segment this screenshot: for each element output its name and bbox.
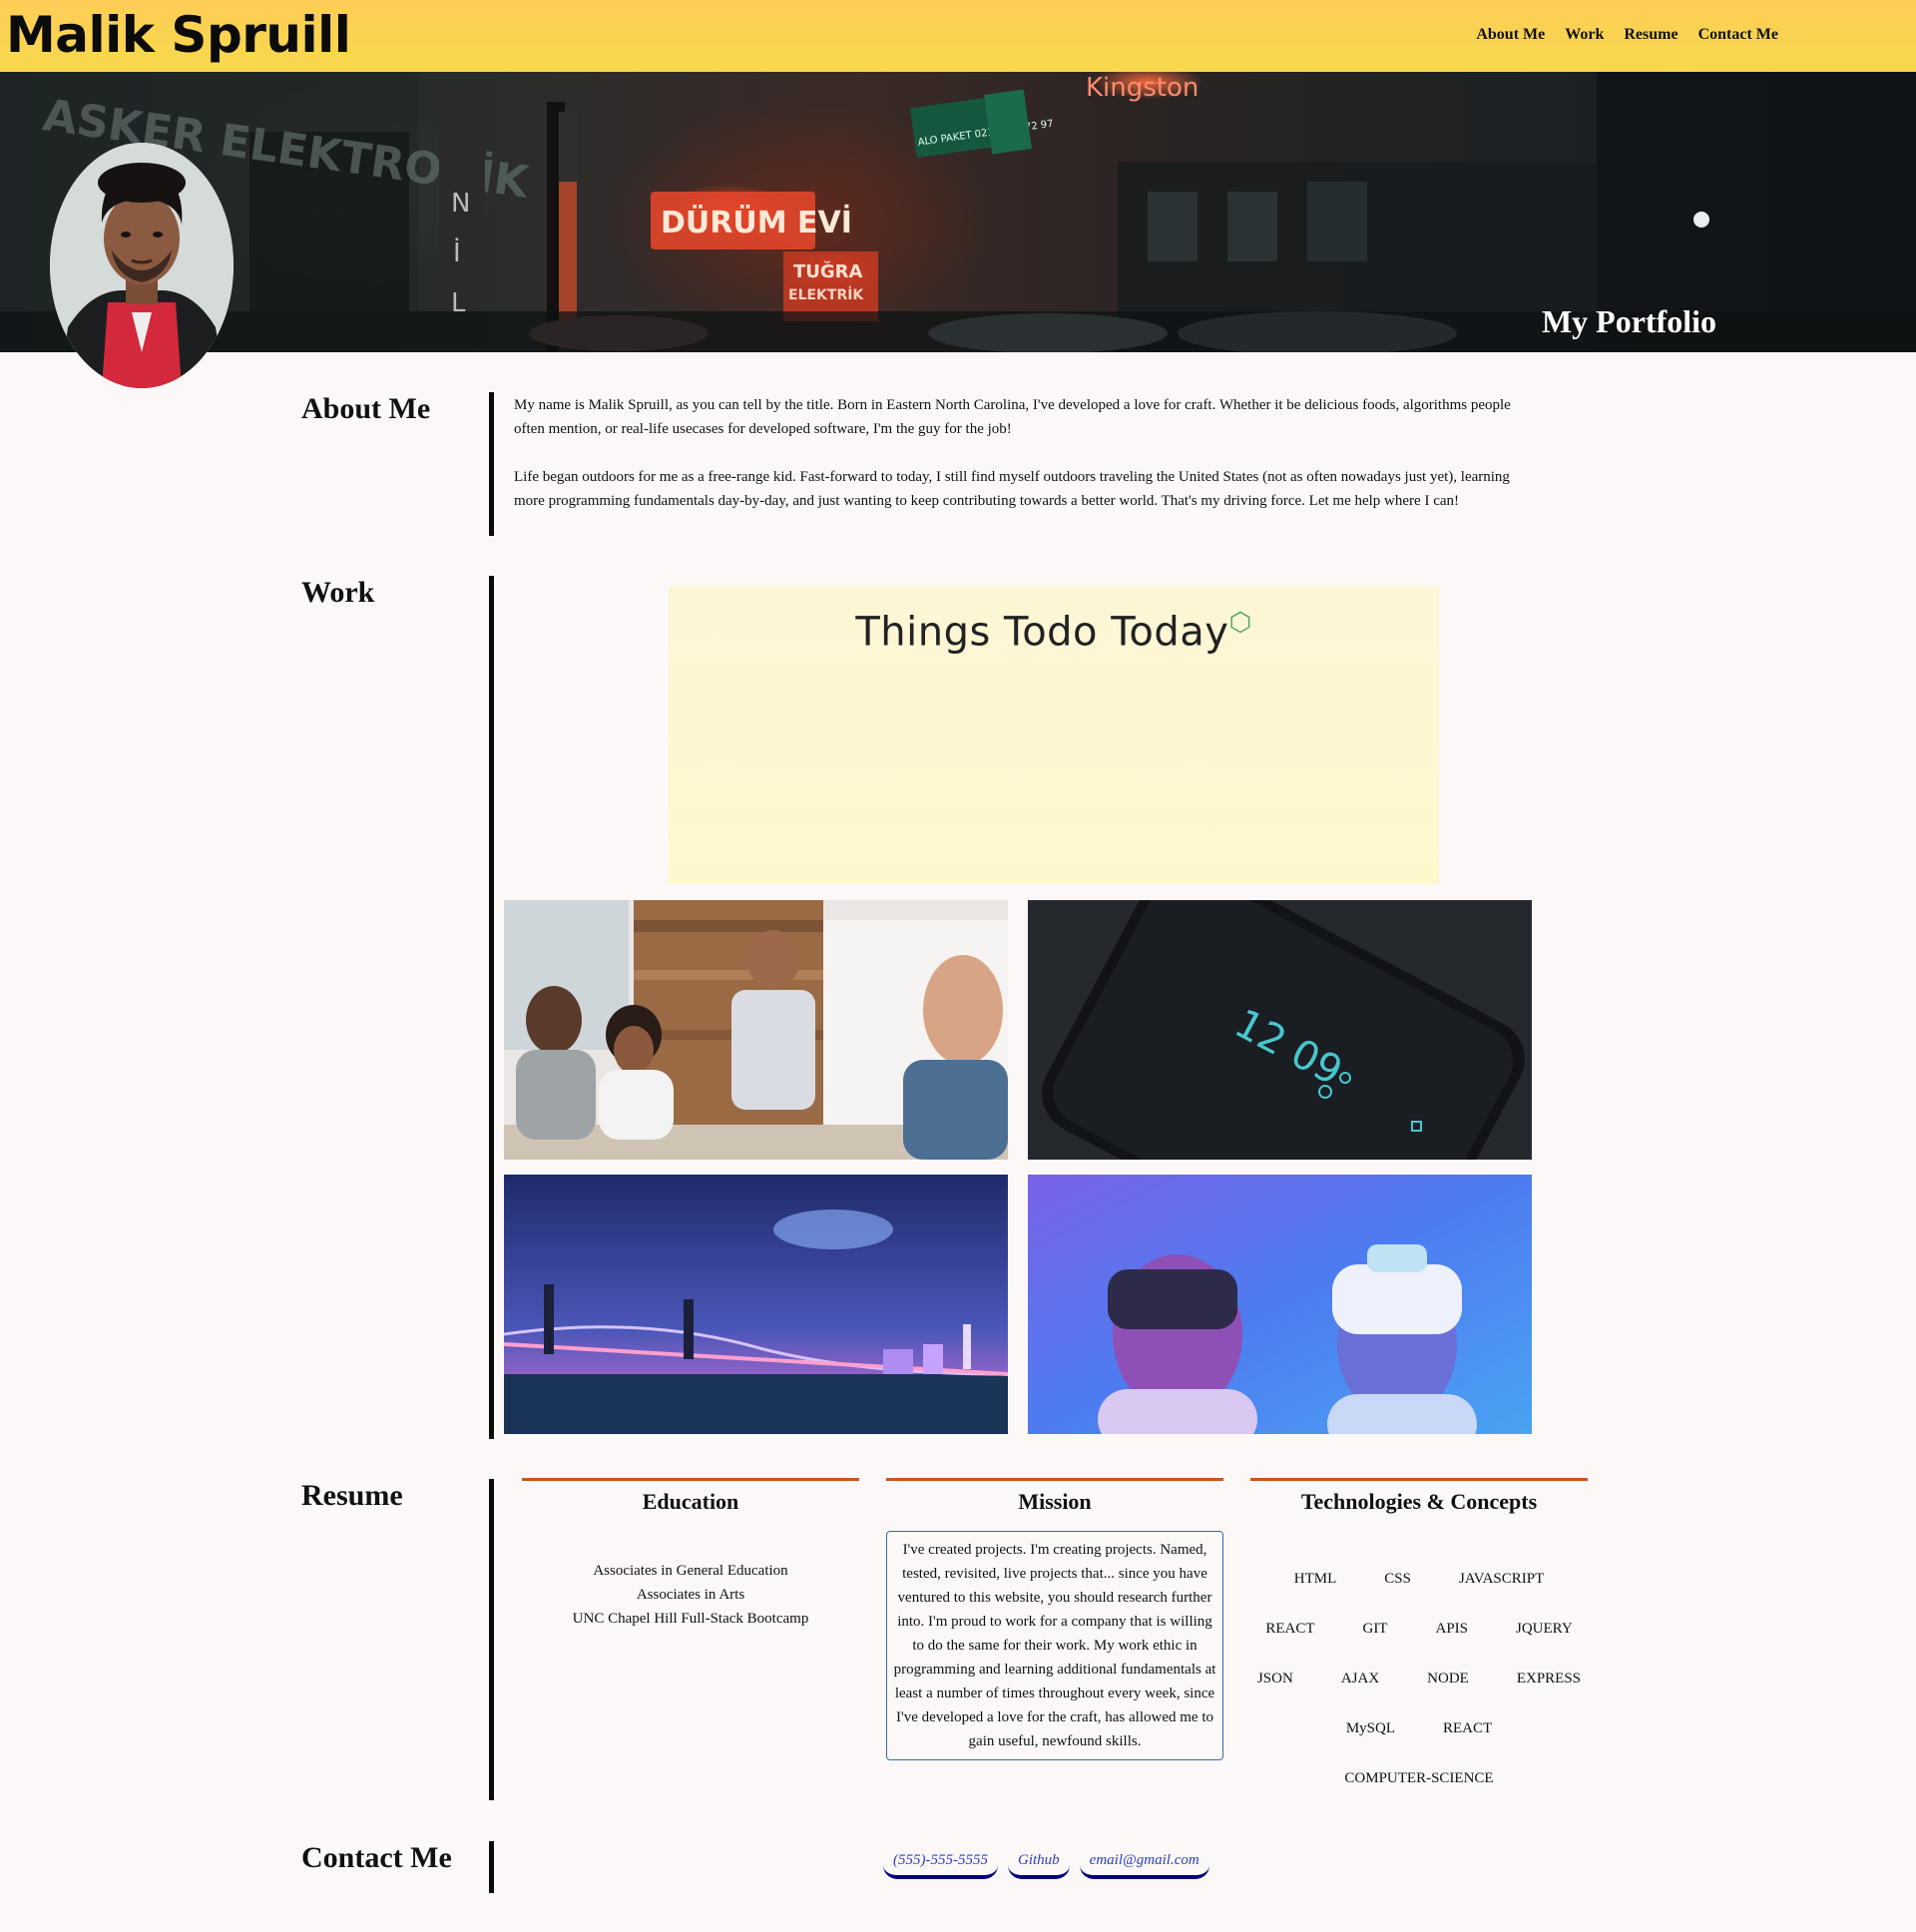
contact-heading: Contact Me [301, 1841, 452, 1874]
tech-item: REACT [1443, 1720, 1493, 1736]
project-image-bridge[interactable] [504, 1175, 1008, 1434]
contact-links: (555)-555-5555 Github email@gmail.com [883, 1852, 1209, 1879]
nav-contact-me[interactable]: Contact Me [1698, 26, 1778, 44]
project-todo-title: Things Todo Today⬡ [669, 608, 1439, 655]
top-header: Malik Spruill About Me Work Resume Conta… [0, 0, 1916, 72]
nav-about-me[interactable]: About Me [1476, 26, 1545, 44]
bridge-photo [504, 1175, 1008, 1434]
cube-icon: ⬡ [1228, 608, 1252, 638]
tech-item: JQUERY [1516, 1621, 1573, 1637]
education-item: Associates in General Education [593, 1563, 788, 1579]
technologies-accent-bar [1250, 1478, 1588, 1481]
about-text: My name is Malik Spruill, as you can tel… [514, 393, 1512, 513]
tech-item: AJAX [1340, 1671, 1380, 1687]
hero-sign-durum: DÜRÜM EVİ [661, 204, 852, 241]
tech-item: MySQL [1345, 1720, 1395, 1736]
hero-sign-elektrik: ELEKTRİK [788, 286, 864, 303]
contact-divider [489, 1841, 494, 1893]
project-todo-title-text: Things Todo Today [855, 609, 1229, 656]
tech-item: COMPUTER-SCIENCE [1344, 1770, 1494, 1786]
project-image-team[interactable] [504, 900, 1008, 1160]
project-card-todo[interactable]: Things Todo Today⬡ [669, 586, 1439, 884]
contact-email-link[interactable]: email@gmail.com [1079, 1852, 1209, 1879]
vr-headset-photo [1028, 1175, 1532, 1434]
tech-item: GIT [1362, 1621, 1388, 1637]
profile-avatar [50, 143, 234, 388]
resume-heading: Resume [301, 1479, 403, 1512]
education-list: Associates in General Education Associat… [522, 1559, 859, 1631]
svg-text:İ: İ [453, 237, 461, 268]
project-image-phone[interactable]: 12 09 [1028, 900, 1532, 1160]
technologies-title: Technologies & Concepts [1300, 1489, 1538, 1514]
resume-divider [489, 1479, 494, 1800]
work-divider [489, 576, 494, 1439]
tech-item: NODE [1427, 1671, 1469, 1687]
education-title: Education [642, 1489, 739, 1514]
tech-item: REACT [1265, 1621, 1315, 1637]
nav-resume[interactable]: Resume [1624, 26, 1677, 44]
svg-text:N: N [451, 189, 470, 219]
tech-item: CSS [1384, 1571, 1411, 1587]
tech-item: EXPRESS [1516, 1671, 1582, 1687]
education-accent-bar [522, 1478, 859, 1481]
profile-portrait [50, 143, 234, 388]
tech-item: APIS [1435, 1621, 1468, 1637]
project-image-vr[interactable] [1028, 1175, 1532, 1434]
about-paragraph-2: Life began outdoors for me as a free-ran… [514, 469, 1510, 509]
hero-title: My Portfolio [1541, 303, 1716, 339]
about-heading: About Me [301, 392, 431, 425]
education-column: Education Associates in General Educatio… [522, 1478, 859, 1631]
phone-photo: 12 09 [1028, 900, 1532, 1160]
nav-work[interactable]: Work [1565, 26, 1604, 44]
hero-sign-tugra: TUĞRA [793, 260, 863, 282]
education-item: UNC Chapel Hill Full-Stack Bootcamp [572, 1611, 809, 1627]
tech-item: JSON [1256, 1671, 1293, 1687]
contact-phone-link[interactable]: (555)-555-5555 [883, 1852, 998, 1879]
hero-banner: ASKER ELEKTRONİK N İ L DÜRÜM EVİ TUĞRA E… [0, 72, 1916, 352]
tech-item: JAVASCRIPT [1458, 1571, 1545, 1587]
hero-sign-kingston: Kingston [1086, 73, 1198, 103]
mission-title: Mission [1018, 1489, 1092, 1514]
mission-column: Mission I've created projects. I'm creat… [886, 1478, 1223, 1760]
technologies-list: HTML CSS JAVASCRIPT REACT GIT APIS JQUER… [1250, 1567, 1588, 1790]
contact-github-link[interactable]: Github [1007, 1852, 1070, 1879]
site-brand[interactable]: Malik Spruill [6, 6, 351, 64]
about-paragraph-1: My name is Malik Spruill, as you can tel… [514, 397, 1511, 437]
technologies-column: Technologies & Concepts HTML CSS JAVASCR… [1250, 1478, 1588, 1790]
tech-item: HTML [1293, 1571, 1337, 1587]
team-meeting-photo [504, 900, 1008, 1160]
about-divider [489, 392, 494, 536]
education-item: Associates in Arts [636, 1587, 745, 1603]
main-nav: About Me Work Resume Contact Me [1476, 26, 1778, 44]
mission-text: I've created projects. I'm creating proj… [886, 1531, 1223, 1760]
work-heading: Work [301, 576, 375, 609]
mission-accent-bar [886, 1478, 1223, 1481]
